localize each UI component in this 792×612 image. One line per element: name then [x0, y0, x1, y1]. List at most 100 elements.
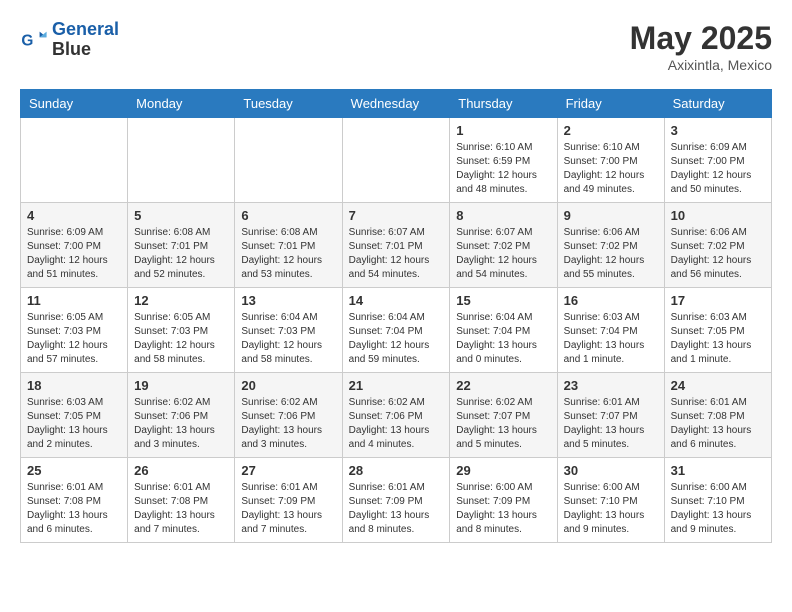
day-number: 28 — [349, 463, 444, 478]
day-info: Sunrise: 6:07 AM Sunset: 7:02 PM Dayligh… — [456, 226, 550, 282]
day-number: 6 — [241, 208, 335, 223]
day-info: Sunrise: 6:03 AM Sunset: 7:04 PM Dayligh… — [564, 311, 658, 367]
calendar-cell: 18Sunrise: 6:03 AM Sunset: 7:05 PM Dayli… — [21, 373, 128, 458]
day-info: Sunrise: 6:10 AM Sunset: 6:59 PM Dayligh… — [456, 141, 550, 197]
calendar-cell: 6 Sunrise: 6:08 AM Sunset: 7:01 PM Daylig… — [235, 203, 342, 288]
calendar-week-1: 1 Sunrise: 6:10 AM Sunset: 6:59 PM Daylig… — [21, 118, 772, 203]
day-info: Sunrise: 6:01 AM Sunset: 7:08 PM Dayligh… — [671, 396, 765, 452]
logo-line1: General — [52, 19, 119, 39]
month-year-title: May 2025 — [630, 20, 772, 57]
day-info: Sunrise: 6:04 AM Sunset: 7:03 PM Dayligh… — [241, 311, 335, 367]
weekday-header-monday: Monday — [128, 90, 235, 118]
weekday-header-saturday: Saturday — [664, 90, 771, 118]
day-number: 5 — [134, 208, 228, 223]
day-info: Sunrise: 6:01 AM Sunset: 7:07 PM Dayligh… — [564, 396, 658, 452]
calendar-cell: 5Sunrise: 6:08 AM Sunset: 7:01 PM Daylig… — [128, 203, 235, 288]
calendar-cell — [342, 118, 450, 203]
day-info: Sunrise: 6:02 AM Sunset: 7:07 PM Dayligh… — [456, 396, 550, 452]
calendar-cell: 29 Sunrise: 6:00 AM Sunset: 7:09 PM Dayli… — [450, 458, 557, 543]
day-info: Sunrise: 6:06 AM Sunset: 7:02 PM Dayligh… — [671, 226, 765, 282]
day-info: Sunrise: 6:04 AM Sunset: 7:04 PM Dayligh… — [349, 311, 444, 367]
location-subtitle: Axixintla, Mexico — [630, 57, 772, 73]
calendar-cell — [128, 118, 235, 203]
calendar-cell: 10Sunrise: 6:06 AM Sunset: 7:02 PM Dayli… — [664, 203, 771, 288]
day-number: 18 — [27, 378, 121, 393]
day-number: 13 — [241, 293, 335, 308]
calendar-week-2: 4Sunrise: 6:09 AM Sunset: 7:00 PM Daylig… — [21, 203, 772, 288]
weekday-header-wednesday: Wednesday — [342, 90, 450, 118]
calendar-cell: 8 Sunrise: 6:07 AM Sunset: 7:02 PM Daylig… — [450, 203, 557, 288]
day-info: Sunrise: 6:02 AM Sunset: 7:06 PM Dayligh… — [134, 396, 228, 452]
day-info: Sunrise: 6:09 AM Sunset: 7:00 PM Dayligh… — [27, 226, 121, 282]
logo: G General Blue — [20, 20, 119, 60]
day-number: 9 — [564, 208, 658, 223]
day-number: 26 — [134, 463, 228, 478]
logo-line2: Blue — [52, 40, 119, 60]
day-number: 16 — [564, 293, 658, 308]
day-info: Sunrise: 6:10 AM Sunset: 7:00 PM Dayligh… — [564, 141, 658, 197]
calendar-cell: 20Sunrise: 6:02 AM Sunset: 7:06 PM Dayli… — [235, 373, 342, 458]
calendar-cell: 15Sunrise: 6:04 AM Sunset: 7:04 PM Dayli… — [450, 288, 557, 373]
day-number: 27 — [241, 463, 335, 478]
day-number: 17 — [671, 293, 765, 308]
logo-text: General Blue — [52, 20, 119, 60]
day-number: 23 — [564, 378, 658, 393]
day-number: 3 — [671, 123, 765, 138]
calendar-table: SundayMondayTuesdayWednesdayThursdayFrid… — [20, 89, 772, 543]
calendar-cell — [21, 118, 128, 203]
calendar-cell: 22 Sunrise: 6:02 AM Sunset: 7:07 PM Dayli… — [450, 373, 557, 458]
calendar-cell: 25Sunrise: 6:01 AM Sunset: 7:08 PM Dayli… — [21, 458, 128, 543]
calendar-cell: 7 Sunrise: 6:07 AM Sunset: 7:01 PM Daylig… — [342, 203, 450, 288]
calendar-week-5: 25Sunrise: 6:01 AM Sunset: 7:08 PM Dayli… — [21, 458, 772, 543]
day-number: 22 — [456, 378, 550, 393]
calendar-cell: 21Sunrise: 6:02 AM Sunset: 7:06 PM Dayli… — [342, 373, 450, 458]
calendar-cell: 28 Sunrise: 6:01 AM Sunset: 7:09 PM Dayli… — [342, 458, 450, 543]
day-info: Sunrise: 6:03 AM Sunset: 7:05 PM Dayligh… — [671, 311, 765, 367]
day-number: 31 — [671, 463, 765, 478]
day-number: 29 — [456, 463, 550, 478]
weekday-header-tuesday: Tuesday — [235, 90, 342, 118]
day-info: Sunrise: 6:05 AM Sunset: 7:03 PM Dayligh… — [27, 311, 121, 367]
day-info: Sunrise: 6:05 AM Sunset: 7:03 PM Dayligh… — [134, 311, 228, 367]
calendar-cell: 27 Sunrise: 6:01 AM Sunset: 7:09 PM Dayli… — [235, 458, 342, 543]
day-info: Sunrise: 6:09 AM Sunset: 7:00 PM Dayligh… — [671, 141, 765, 197]
day-info: Sunrise: 6:02 AM Sunset: 7:06 PM Dayligh… — [241, 396, 335, 452]
calendar-week-4: 18Sunrise: 6:03 AM Sunset: 7:05 PM Dayli… — [21, 373, 772, 458]
day-number: 8 — [456, 208, 550, 223]
calendar-week-3: 11 Sunrise: 6:05 AM Sunset: 7:03 PM Dayli… — [21, 288, 772, 373]
day-info: Sunrise: 6:07 AM Sunset: 7:01 PM Dayligh… — [349, 226, 444, 282]
day-info: Sunrise: 6:00 AM Sunset: 7:09 PM Dayligh… — [456, 481, 550, 537]
day-info: Sunrise: 6:06 AM Sunset: 7:02 PM Dayligh… — [564, 226, 658, 282]
calendar-cell: 14Sunrise: 6:04 AM Sunset: 7:04 PM Dayli… — [342, 288, 450, 373]
day-info: Sunrise: 6:00 AM Sunset: 7:10 PM Dayligh… — [564, 481, 658, 537]
svg-text:G: G — [21, 32, 33, 49]
calendar-cell: 3 Sunrise: 6:09 AM Sunset: 7:00 PM Daylig… — [664, 118, 771, 203]
day-number: 7 — [349, 208, 444, 223]
day-number: 24 — [671, 378, 765, 393]
weekday-header-thursday: Thursday — [450, 90, 557, 118]
day-number: 21 — [349, 378, 444, 393]
calendar-cell: 2 Sunrise: 6:10 AM Sunset: 7:00 PM Daylig… — [557, 118, 664, 203]
day-number: 1 — [456, 123, 550, 138]
day-number: 25 — [27, 463, 121, 478]
calendar-cell: 16 Sunrise: 6:03 AM Sunset: 7:04 PM Dayli… — [557, 288, 664, 373]
calendar-cell: 17 Sunrise: 6:03 AM Sunset: 7:05 PM Dayli… — [664, 288, 771, 373]
day-number: 19 — [134, 378, 228, 393]
calendar-cell — [235, 118, 342, 203]
day-info: Sunrise: 6:01 AM Sunset: 7:09 PM Dayligh… — [241, 481, 335, 537]
day-info: Sunrise: 6:08 AM Sunset: 7:01 PM Dayligh… — [241, 226, 335, 282]
calendar-cell: 9 Sunrise: 6:06 AM Sunset: 7:02 PM Daylig… — [557, 203, 664, 288]
weekday-header-sunday: Sunday — [21, 90, 128, 118]
day-info: Sunrise: 6:00 AM Sunset: 7:10 PM Dayligh… — [671, 481, 765, 537]
day-number: 15 — [456, 293, 550, 308]
day-number: 30 — [564, 463, 658, 478]
logo-icon: G — [20, 26, 48, 54]
day-info: Sunrise: 6:01 AM Sunset: 7:09 PM Dayligh… — [349, 481, 444, 537]
calendar-cell: 30 Sunrise: 6:00 AM Sunset: 7:10 PM Dayli… — [557, 458, 664, 543]
calendar-cell: 1 Sunrise: 6:10 AM Sunset: 6:59 PM Daylig… — [450, 118, 557, 203]
page-header: G General Blue May 2025 Axixintla, Mexic… — [20, 20, 772, 73]
day-number: 2 — [564, 123, 658, 138]
day-number: 12 — [134, 293, 228, 308]
day-number: 11 — [27, 293, 121, 308]
calendar-cell: 19 Sunrise: 6:02 AM Sunset: 7:06 PM Dayli… — [128, 373, 235, 458]
